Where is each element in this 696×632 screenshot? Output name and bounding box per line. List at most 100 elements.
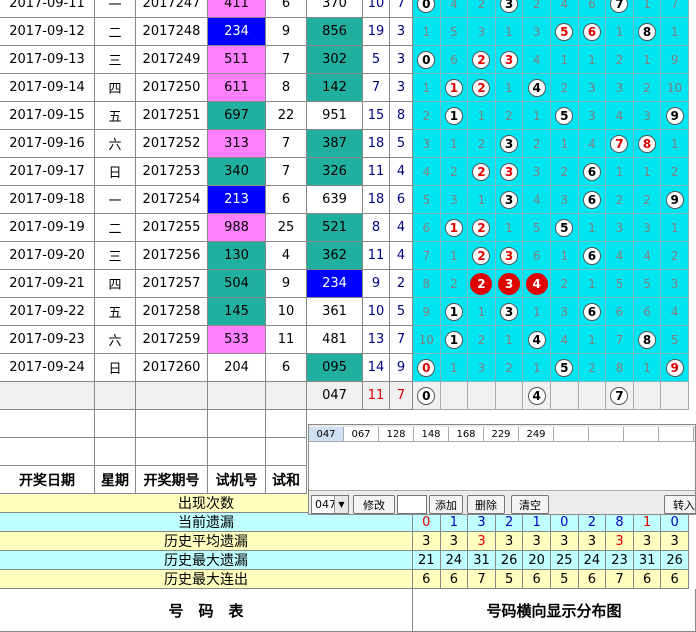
- number-tab[interactable]: 047: [309, 427, 344, 441]
- number-tab-strip: 047 067 128 148 168 229 249: [309, 427, 694, 441]
- draw-number-cell: 326: [307, 158, 363, 186]
- date-cell: 2017-09-21: [0, 270, 95, 298]
- chevron-down-icon[interactable]: ▼: [334, 496, 348, 513]
- dist-cell: 2: [440, 270, 469, 298]
- dist-cell: 0: [413, 46, 441, 74]
- dist-cell: 1: [440, 354, 469, 382]
- dist-cell: 1: [440, 74, 469, 102]
- dist-cell: 6: [578, 0, 607, 18]
- dist-cell: 3: [551, 298, 579, 326]
- dist-cell: 1: [578, 214, 607, 242]
- dist-cell: 7: [661, 0, 689, 18]
- digit-ball: 2: [472, 78, 491, 97]
- blank-cell: [0, 410, 95, 438]
- number-input[interactable]: [397, 495, 427, 514]
- stat-label: 历史最大遗漏: [0, 551, 413, 570]
- draw-number-cell: 302: [307, 46, 363, 74]
- digit-ball: 6: [582, 22, 601, 41]
- sum-cell: 11: [363, 242, 390, 270]
- empty-tab[interactable]: [589, 427, 624, 441]
- number-tab[interactable]: 128: [379, 427, 414, 441]
- dist-cell: 1: [661, 130, 689, 158]
- digit-ball: 4: [527, 386, 546, 405]
- dist-cell: 3: [468, 18, 496, 46]
- pending-dist-cell: [468, 382, 496, 410]
- span-cell: 4: [390, 158, 413, 186]
- dist-cell: 2: [523, 130, 551, 158]
- dist-cell: 1: [440, 326, 469, 354]
- digit-ball: 1: [444, 106, 463, 125]
- dist-cell: 3: [633, 214, 662, 242]
- dist-cell: 4: [440, 0, 469, 18]
- number-tab[interactable]: 168: [449, 427, 484, 441]
- delete-button[interactable]: 删除: [467, 495, 505, 514]
- dist-cell: 9: [413, 298, 441, 326]
- add-button[interactable]: 添加: [429, 495, 463, 514]
- sum-cell: 5: [363, 46, 390, 74]
- pending-cell: 047: [307, 382, 363, 410]
- stat-value: 6: [523, 570, 551, 589]
- pending-dist-cell: [495, 382, 524, 410]
- dist-cell: 5: [551, 18, 579, 46]
- dist-cell: 3: [551, 186, 579, 214]
- sum-cell: 18: [363, 130, 390, 158]
- pending-dist-cell: 4: [523, 382, 551, 410]
- stat-value: 6: [440, 570, 469, 589]
- date-cell: 2017-09-22: [0, 298, 95, 326]
- dist-cell: 1: [578, 326, 607, 354]
- dist-cell: 2: [468, 74, 496, 102]
- digit-ball: 7: [610, 386, 629, 405]
- stat-value: 8: [606, 513, 634, 532]
- dist-cell: 4: [523, 74, 551, 102]
- column-header: 试和: [266, 466, 307, 494]
- empty-tab[interactable]: [624, 427, 659, 441]
- number-tab[interactable]: 249: [519, 427, 554, 441]
- stat-value: 26: [661, 551, 689, 570]
- digit-ball: 5: [555, 22, 574, 41]
- stat-value: 0: [661, 513, 689, 532]
- empty-tab[interactable]: [659, 427, 694, 441]
- number-tab[interactable]: 229: [484, 427, 519, 441]
- modify-button[interactable]: 修改: [353, 495, 395, 514]
- dist-cell: 3: [523, 158, 551, 186]
- number-list-area[interactable]: [309, 441, 695, 491]
- pending-cell: [208, 382, 266, 410]
- dist-cell: 5: [413, 186, 441, 214]
- number-combo[interactable]: 047 ▼: [311, 495, 349, 514]
- span-cell: 2: [390, 270, 413, 298]
- span-cell: 3: [390, 18, 413, 46]
- span-cell: 6: [390, 186, 413, 214]
- number-combo-value: 047: [315, 498, 336, 511]
- number-tab[interactable]: 067: [344, 427, 379, 441]
- dist-cell: 1: [440, 214, 469, 242]
- clear-button[interactable]: 清空: [511, 495, 549, 514]
- pending-dist-cell: [661, 382, 689, 410]
- dist-cell: 0: [413, 0, 441, 18]
- dist-cell: 3: [495, 46, 524, 74]
- span-cell: 3: [390, 74, 413, 102]
- dist-cell: 6: [578, 242, 607, 270]
- dist-cell: 1: [523, 298, 551, 326]
- blank-cell: [136, 438, 208, 466]
- dist-cell: 3: [523, 18, 551, 46]
- import-button[interactable]: 转入: [664, 495, 695, 514]
- empty-tab[interactable]: [554, 427, 589, 441]
- stat-value: 0: [551, 513, 579, 532]
- dist-cell: 3: [413, 130, 441, 158]
- stat-value: 31: [468, 551, 496, 570]
- dist-cell: 8: [413, 270, 441, 298]
- dist-cell: 6: [413, 214, 441, 242]
- dist-cell: 4: [578, 130, 607, 158]
- test-sum-cell: 25: [266, 214, 307, 242]
- period-cell: 2017252: [136, 130, 208, 158]
- test-sum-cell: 9: [266, 270, 307, 298]
- dist-cell: 3: [661, 270, 689, 298]
- dist-cell: 10: [413, 326, 441, 354]
- dist-cell: 2: [495, 354, 524, 382]
- dist-cell: 3: [495, 0, 524, 18]
- number-tab[interactable]: 148: [414, 427, 449, 441]
- digit-ball: 5: [555, 218, 574, 237]
- digit-ball: 2: [472, 162, 491, 181]
- dist-cell: 1: [606, 158, 634, 186]
- dist-cell: 4: [633, 242, 662, 270]
